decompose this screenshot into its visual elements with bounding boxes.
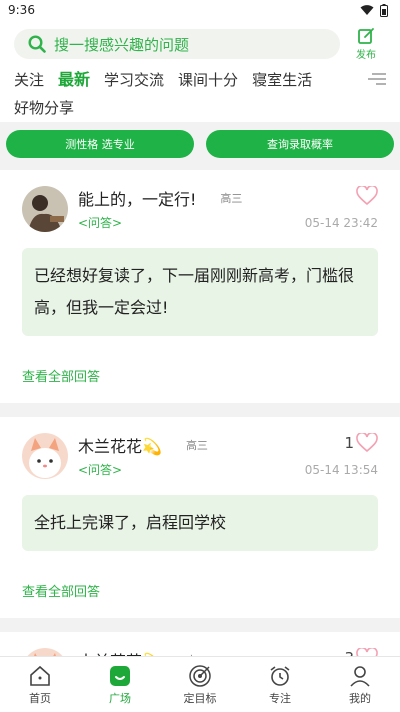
- tab-goods[interactable]: 好物分享: [14, 94, 74, 122]
- search-placeholder: 搜一搜感兴趣的问题: [54, 35, 190, 54]
- personality-test-button[interactable]: 测性格 选专业: [6, 130, 194, 158]
- admission-probability-button[interactable]: 查询录取概率: [206, 130, 394, 158]
- search-input[interactable]: 搜一搜感兴趣的问题: [14, 29, 340, 59]
- post-feed[interactable]: 能上的，一定行! 高三 <问答> 05-14 23:42 已经想好复读了，下一届…: [0, 170, 400, 656]
- publish-button[interactable]: 发布: [346, 27, 386, 61]
- nav-mine[interactable]: 我的: [320, 657, 400, 712]
- tab-study[interactable]: 学习交流: [104, 66, 164, 94]
- nav-label: 定目标: [183, 691, 217, 705]
- author-grade: 高三: [185, 439, 208, 452]
- home-icon: [30, 665, 50, 686]
- nav-label: 广场: [109, 691, 131, 705]
- battery-icon: [380, 3, 388, 17]
- wifi-icon: [360, 5, 374, 15]
- profile-icon: [350, 665, 370, 687]
- action-row: 测性格 选专业 查询录取概率: [0, 122, 400, 166]
- tab-break[interactable]: 课间十分: [178, 66, 238, 94]
- header: 搜一搜感兴趣的问题 发布 关注 最新 学习交流 课间十分 寝室生活 好物分享: [0, 20, 400, 122]
- search-icon: [28, 35, 46, 53]
- author-name[interactable]: 木兰花花💫: [78, 648, 162, 656]
- like-count: 3: [344, 649, 354, 656]
- tab-follow[interactable]: 关注: [14, 66, 44, 94]
- category-tabs: 关注 最新 学习交流 课间十分 寝室生活 好物分享: [0, 64, 386, 122]
- status-icons: [360, 3, 388, 17]
- post-card[interactable]: 木兰花花💫 高三 <问答> 1 05-14 13:54 全托上完课了，启程回学校…: [0, 417, 400, 618]
- avatar[interactable]: [22, 433, 68, 479]
- target-icon: [189, 664, 211, 687]
- post-card[interactable]: 能上的，一定行! 高三 <问答> 05-14 23:42 已经想好复读了，下一届…: [0, 170, 400, 403]
- author-name[interactable]: 能上的，一定行!: [78, 186, 196, 210]
- like-button[interactable]: 1: [344, 433, 378, 453]
- answer-bubble[interactable]: 全托上完课了，启程回学校: [22, 495, 378, 551]
- answer-bubble[interactable]: 已经想好复读了，下一届刚刚新高考，门槛很高，但我一定会过!: [22, 248, 378, 336]
- like-button[interactable]: [354, 186, 378, 206]
- alarm-clock-icon: [270, 665, 290, 686]
- heart-icon: [356, 186, 378, 206]
- like-count: 1: [344, 434, 354, 452]
- heart-icon: [356, 433, 378, 453]
- post-meta: 木兰花花💫 高三: [78, 648, 378, 656]
- post-time: 05-14 23:42: [304, 216, 378, 230]
- view-all-answers-link[interactable]: 查看全部回答: [22, 581, 378, 600]
- nav-label: 专注: [269, 691, 291, 705]
- publish-label: 发布: [356, 50, 376, 61]
- avatar[interactable]: [22, 648, 68, 656]
- author-grade: 高三: [220, 192, 243, 205]
- search-row: 搜一搜感兴趣的问题 发布: [0, 24, 400, 64]
- nav-target[interactable]: 定目标: [160, 657, 240, 712]
- tab-menu-icon[interactable]: [368, 72, 386, 86]
- square-icon: [110, 665, 130, 686]
- nav-focus[interactable]: 专注: [240, 657, 320, 712]
- author-name[interactable]: 木兰花花💫: [78, 433, 162, 457]
- post-header: 木兰花花💫 高三 3: [22, 648, 378, 656]
- like-button[interactable]: 3: [344, 648, 378, 656]
- status-time: 9:36: [8, 3, 35, 17]
- post-header: 木兰花花💫 高三 <问答> 1 05-14 13:54: [22, 433, 378, 485]
- post-card[interactable]: 木兰花花💫 高三 3: [0, 632, 400, 656]
- tab-latest[interactable]: 最新: [58, 66, 90, 94]
- view-all-answers-link[interactable]: 查看全部回答: [22, 366, 378, 385]
- nav-label: 我的: [349, 691, 371, 705]
- bottom-nav: 首页 广场 定目标 专注 我的: [0, 656, 400, 712]
- status-bar: 9:36: [0, 0, 400, 20]
- post-header: 能上的，一定行! 高三 <问答> 05-14 23:42: [22, 186, 378, 238]
- nav-square[interactable]: 广场: [80, 657, 160, 712]
- tab-dorm[interactable]: 寝室生活: [252, 66, 312, 94]
- heart-icon: [356, 648, 378, 656]
- edit-icon: [358, 28, 374, 44]
- avatar[interactable]: [22, 186, 68, 232]
- nav-home[interactable]: 首页: [0, 657, 80, 712]
- nav-label: 首页: [29, 691, 51, 705]
- post-time: 05-14 13:54: [304, 463, 378, 477]
